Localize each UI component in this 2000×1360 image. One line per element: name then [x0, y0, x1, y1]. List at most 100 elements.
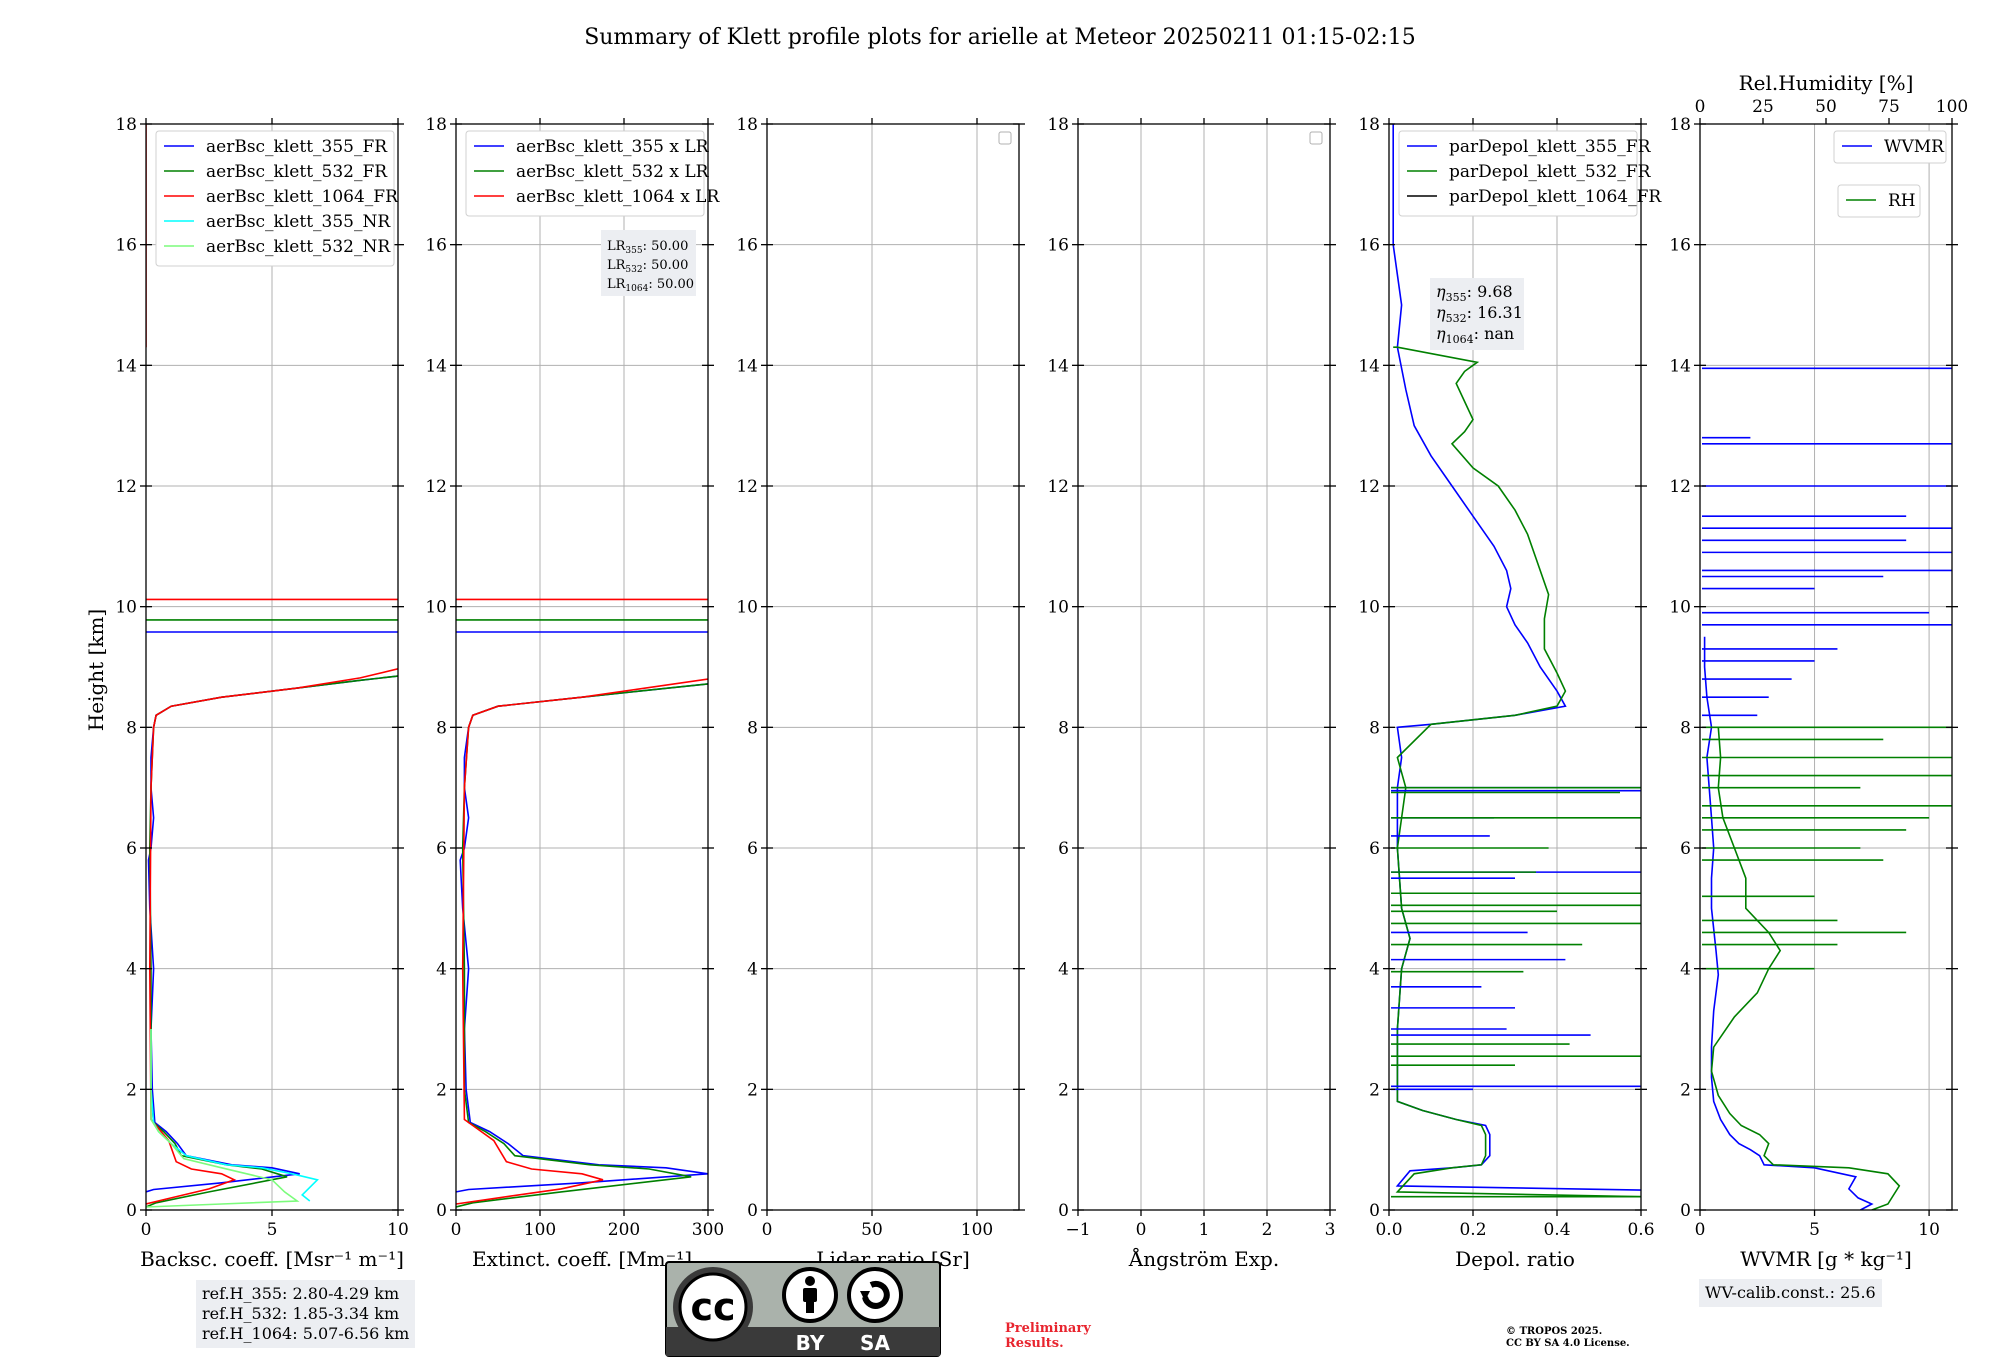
y-tick-label: 2 [126, 1080, 137, 1100]
wv-calib-text: WV-calib.const.: 25.6 [1705, 1283, 1876, 1302]
y-tick-label: 14 [115, 356, 137, 376]
data-group [1702, 367, 1952, 1210]
axes-frame [1699, 123, 1953, 1211]
copyright-line-1: © TROPOS 2025. [1506, 1326, 1603, 1337]
x-axis-label: Ångström Exp. [1128, 1246, 1279, 1271]
y-tick-label: 16 [1047, 236, 1069, 256]
legend-label: aerBsc_klett_355_NR [206, 212, 391, 232]
series-line-pardepol-klett-532-fr [1393, 346, 1641, 1198]
y-tick-label: 4 [436, 960, 447, 980]
x-axis-label: Depol. ratio [1455, 1247, 1575, 1271]
y-tick-label: 4 [747, 960, 758, 980]
y-tick-label: 10 [1047, 598, 1069, 618]
y-tick-label: 12 [115, 477, 137, 497]
refh-355: ref.H_355: 2.80-4.29 km [202, 1284, 400, 1303]
y-tick-label: 8 [1058, 718, 1069, 738]
x-tick-label: 0 [762, 1220, 773, 1240]
y-tick-label: 16 [1358, 236, 1380, 256]
x-tick-label: 5 [1809, 1220, 1820, 1240]
y-tick-label: 6 [436, 839, 447, 859]
panel-ext: 0 2 4 6 8 10 12 14 16 18 0 100 200 300Extinct. coeff.… [425, 115, 724, 1271]
x-tick-label: 200 [608, 1220, 640, 1240]
x-tick-label: 0 [1136, 1220, 1147, 1240]
x-tick-label: 0 [141, 1220, 152, 1240]
y-tick-label: 14 [1669, 356, 1691, 376]
panel-bsc: 0 2 4 6 8 10 12 14 16 18 0 5 10 Backsc. coeff. [Msr⁻¹… [115, 115, 408, 1271]
top-x-axis-label: Rel.Humidity [%] [1739, 71, 1914, 95]
x-tick-label: 100 [961, 1220, 993, 1240]
y-tick-label: 18 [1047, 115, 1069, 135]
x-tick-label: 0.0 [1375, 1220, 1402, 1240]
y-tick-label: 14 [1358, 356, 1380, 376]
wv-calib-box: WV-calib.const.: 25.6 [1699, 1279, 1882, 1307]
y-tick-label: 8 [126, 718, 137, 738]
y-tick-label: 18 [1358, 115, 1380, 135]
legend-label: aerBsc_klett_532_NR [206, 237, 391, 257]
legend-label: RH [1888, 191, 1916, 211]
y-tick-label: 2 [1058, 1080, 1069, 1100]
y-axis-label: Height [km] [84, 609, 108, 731]
x-tick-label: 10 [1918, 1220, 1940, 1240]
x-tick-label: 50 [861, 1220, 883, 1240]
y-tick-label: 8 [1680, 718, 1691, 738]
y-tick-label: 18 [1669, 115, 1691, 135]
figure-title: Summary of Klett profile plots for ariel… [584, 25, 1416, 50]
legend-label: parDepol_klett_355_FR [1449, 137, 1652, 157]
y-tick-label: 4 [1369, 960, 1380, 980]
copyright-line-2: CC BY SA 4.0 License. [1506, 1338, 1630, 1349]
y-tick-label: 4 [126, 960, 137, 980]
x-tick-label: 1 [1199, 1220, 1210, 1240]
y-tick-label: 10 [1669, 598, 1691, 618]
y-tick-label: 16 [425, 236, 447, 256]
top-x-tick-label: 25 [1752, 97, 1774, 117]
y-tick-label: 16 [115, 236, 137, 256]
y-tick-label: 4 [1680, 960, 1691, 980]
legend-label: aerBsc_klett_355_FR [206, 137, 388, 157]
y-tick-label: 0 [1680, 1201, 1691, 1221]
top-x-tick-label: 0 [1695, 97, 1706, 117]
legend-label: parDepol_klett_1064_FR [1449, 187, 1662, 207]
y-tick-label: 12 [1358, 477, 1380, 497]
y-tick-label: 10 [115, 598, 137, 618]
y-tick-label: 0 [126, 1201, 137, 1221]
series-line-aerbsc-klett-355-x-lr [456, 683, 708, 1193]
y-tick-label: 0 [1058, 1201, 1069, 1221]
figure-canvas: Summary of Klett profile plots for ariel… [84, 25, 1968, 1271]
x-tick-label: 0.2 [1459, 1220, 1486, 1240]
y-tick-label: 6 [1680, 839, 1691, 859]
data-group [456, 598, 708, 1208]
x-tick-label: 10 [387, 1220, 409, 1240]
lr-annotation-line: LR1064: 50.00 [607, 277, 694, 294]
y-tick-label: 8 [1369, 718, 1380, 738]
legend-label: parDepol_klett_532_FR [1449, 162, 1652, 182]
y-tick-label: 4 [1058, 960, 1069, 980]
y-tick-label: 6 [126, 839, 137, 859]
top-x-tick-label: 50 [1815, 97, 1837, 117]
legend-label: WVMR [1884, 137, 1945, 157]
y-tick-label: 18 [736, 115, 758, 135]
y-tick-label: 18 [425, 115, 447, 135]
panel-wv: 0246810121416180 5 10WVMR [g * kg⁻¹]0 25 50 7… [1669, 71, 1968, 1271]
y-tick-label: 10 [1358, 598, 1380, 618]
empty-legend-box [998, 131, 1012, 145]
y-tick-label: 14 [1047, 356, 1069, 376]
legend-label: aerBsc_klett_1064 x LR [516, 187, 720, 207]
y-tick-label: 2 [1680, 1080, 1691, 1100]
refh-532: ref.H_532: 1.85-3.34 km [202, 1304, 400, 1323]
refh-1064: ref.H_1064: 5.07-6.56 km [202, 1324, 410, 1343]
cc-logo-text: cc [690, 1285, 735, 1329]
x-tick-label: 0 [1695, 1220, 1706, 1240]
lr-annotation-line: LR355: 50.00 [607, 239, 688, 256]
x-tick-label: 5 [267, 1220, 278, 1240]
series-line-aerbsc-klett-532-nr [146, 1029, 300, 1208]
x-tick-label: 300 [692, 1220, 724, 1240]
y-tick-label: 14 [425, 356, 447, 376]
y-tick-label: 8 [436, 718, 447, 738]
y-tick-label: 12 [736, 477, 758, 497]
y-tick-label: 2 [436, 1080, 447, 1100]
cc-by-sa-logo: cc BY SA [665, 1261, 941, 1357]
x-tick-label: −1 [1065, 1220, 1090, 1240]
y-tick-label: 2 [1369, 1080, 1380, 1100]
lr-annotation-line: LR532: 50.00 [607, 258, 688, 275]
y-tick-label: 0 [747, 1201, 758, 1221]
